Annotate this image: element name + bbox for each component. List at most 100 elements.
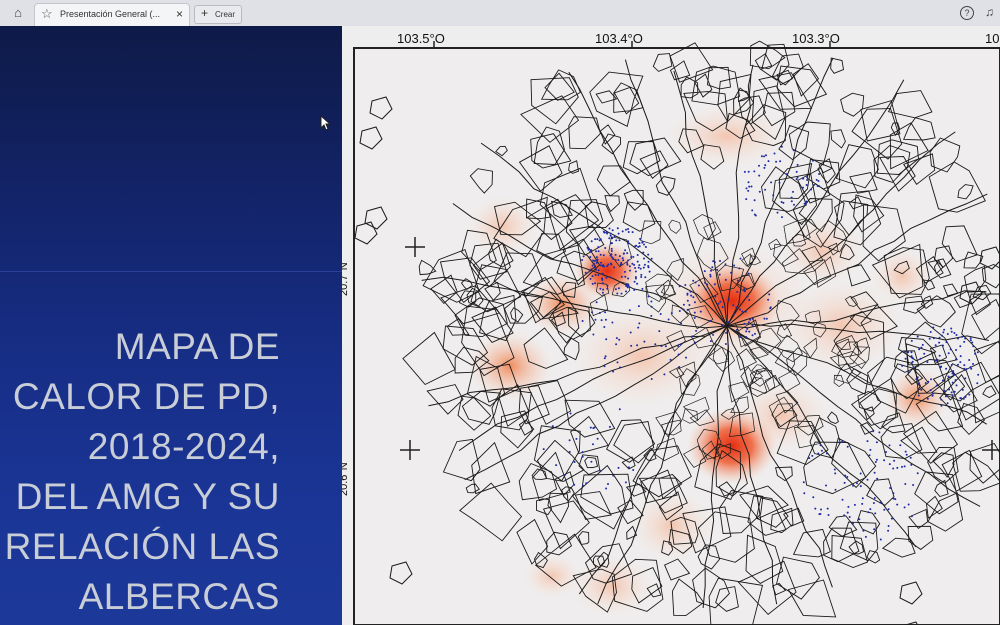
pool-point: [636, 260, 639, 263]
new-tab-button[interactable]: + Crear: [194, 5, 242, 24]
pool-point: [606, 284, 609, 287]
close-icon[interactable]: ×: [176, 7, 183, 21]
pool-point: [950, 330, 953, 333]
pool-point: [626, 263, 629, 266]
pool-point: [859, 472, 862, 475]
pool-point: [964, 377, 967, 380]
pool-point: [599, 264, 602, 267]
bell-icon[interactable]: ♫: [985, 5, 994, 19]
pool-point: [746, 327, 749, 330]
pool-point: [679, 343, 682, 346]
pool-point: [597, 250, 600, 253]
pool-point: [714, 295, 717, 298]
pool-point: [631, 262, 634, 265]
pool-point: [747, 321, 750, 324]
pool-point: [622, 259, 625, 262]
pool-point: [659, 313, 662, 315]
pool-point: [869, 508, 872, 511]
pool-point: [596, 437, 599, 440]
pool-point: [764, 188, 767, 191]
star-icon[interactable]: ☆: [41, 6, 53, 22]
pool-point: [903, 506, 906, 509]
pool-point: [608, 425, 611, 428]
pool-point: [614, 288, 617, 291]
pool-point: [654, 343, 657, 346]
pool-point: [946, 333, 949, 335]
pool-point: [618, 338, 621, 341]
pool-point: [682, 308, 685, 311]
pool-point: [841, 498, 844, 501]
pool-point: [790, 200, 793, 203]
pool-point: [648, 270, 651, 273]
pool-point: [638, 322, 641, 325]
pool-point: [887, 529, 890, 532]
pool-point: [610, 250, 613, 252]
pool-point: [806, 179, 809, 181]
pool-point: [542, 448, 545, 451]
pool-point: [650, 378, 653, 380]
pool-point: [887, 525, 890, 527]
pool-point: [841, 440, 844, 443]
pool-point: [603, 326, 606, 328]
home-icon[interactable]: ⌂: [8, 4, 28, 22]
pool-point: [591, 264, 594, 267]
pool-point: [778, 181, 781, 184]
pool-point: [719, 260, 721, 262]
pool-point: [954, 379, 957, 382]
pool-point: [658, 330, 661, 333]
pool-point: [951, 381, 954, 384]
pool-point: [603, 231, 606, 234]
pool-point: [611, 229, 614, 232]
pool-point: [627, 259, 630, 262]
pool-point: [617, 232, 620, 235]
pool-point: [632, 255, 635, 258]
pool-point: [910, 463, 913, 466]
help-icon[interactable]: ?: [960, 6, 974, 20]
pool-point: [846, 445, 849, 448]
pool-point: [965, 368, 968, 371]
title-line-4: DEL AMG Y SU: [15, 476, 280, 517]
pool-point: [879, 538, 882, 541]
pool-point: [587, 248, 590, 251]
pool-point: [964, 395, 967, 398]
pool-point: [802, 177, 805, 180]
pool-point: [690, 294, 693, 297]
heat-blob: [572, 556, 652, 616]
pool-point: [866, 478, 869, 481]
pool-point: [595, 301, 598, 304]
pool-point: [861, 502, 864, 505]
pool-point: [712, 333, 715, 336]
pool-point: [932, 392, 935, 395]
pool-point: [773, 152, 776, 155]
tab-presentacion-general[interactable]: ☆ Presentación General (... ×: [34, 3, 190, 26]
pool-point: [795, 170, 798, 173]
pool-point: [949, 348, 952, 351]
pool-point: [724, 343, 727, 345]
pool-point: [693, 341, 696, 344]
title-line-1: MAPA DE: [114, 326, 280, 367]
pool-point: [940, 398, 943, 401]
pool-point: [950, 391, 953, 394]
pool-point: [817, 180, 820, 182]
pool-point: [765, 317, 768, 320]
pool-point: [609, 232, 612, 235]
pool-point: [706, 283, 709, 286]
pool-point: [904, 350, 907, 353]
pool-point: [750, 185, 753, 188]
pool-point: [770, 181, 773, 184]
mouse-cursor-icon: [320, 115, 332, 131]
pool-point: [961, 388, 964, 391]
pool-point: [932, 337, 935, 340]
pool-point: [929, 331, 932, 333]
pool-point: [592, 259, 595, 262]
pool-point: [617, 466, 620, 469]
pool-point: [589, 277, 592, 280]
pool-point: [875, 441, 878, 444]
pool-point: [711, 266, 714, 269]
pool-point: [848, 516, 851, 518]
pool-point: [736, 279, 739, 282]
pool-point: [901, 364, 904, 367]
pool-point: [896, 503, 899, 506]
browser-tab-bar: ⌂ ☆ Presentación General (... × + Crear …: [0, 0, 1000, 27]
pool-point: [817, 452, 820, 455]
